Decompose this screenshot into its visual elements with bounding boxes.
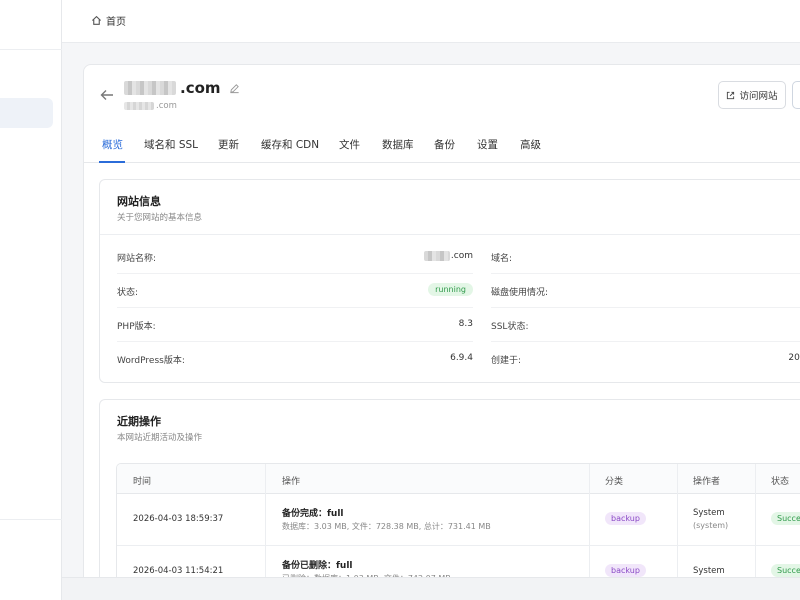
info-row-disk-usage: 磁盘使用情况: [491,274,800,308]
tab-overview[interactable]: 概览 [102,137,123,152]
info-label: 域名: [491,254,513,264]
tab-updates[interactable]: 更新 [218,137,239,152]
row-detail: 数据库：3.03 MB, 文件：728.38 MB, 总计：731.41 MB [282,522,491,531]
info-label: WordPress版本: [117,356,185,366]
more-actions-button[interactable] [792,81,800,109]
category-badge: backup [605,512,646,525]
info-row-domain: 域名: www [491,240,800,274]
info-value: 2026-03-1 [788,353,800,363]
info-label: 磁盘使用情况: [491,288,549,298]
tab-database[interactable]: 数据库 [382,137,414,152]
info-label: 状态: [117,288,139,298]
home-icon [91,15,102,25]
left-sidebar [0,0,62,600]
tab-files[interactable]: 文件 [339,137,360,152]
tab-advanced[interactable]: 高级 [520,137,541,152]
site-subtitle-suffix: .com [156,101,177,111]
category-badge: backup [605,564,646,577]
card-description: 本网站近期活动及操作 [117,433,203,443]
info-value: 6.9.4 [450,353,473,363]
row-operator: System [693,566,725,576]
row-operator: System [693,508,725,518]
status-badge: Succes [771,564,800,577]
column-header: 时间 [133,477,152,487]
row-action: 备份已删除：full [282,561,353,571]
card-title: 近期操作 [117,415,161,428]
redacted-site-name [423,251,450,261]
table-row[interactable]: 2026-04-03 18:59:37 备份完成：full 数据库：3.03 M… [117,494,800,546]
row-time: 2026-04-03 18:59:37 [133,514,224,524]
row-time: 2026-04-03 11:54:21 [133,566,224,576]
sidebar-divider [0,519,62,520]
redacted-domain [124,102,154,110]
redacted-site-name [124,81,176,95]
info-label: 创建于: [491,356,522,366]
breadcrumb-home[interactable]: 首页 [106,13,126,28]
info-row-site-name: 网站名称: .com [117,240,473,274]
info-label: PHP版本: [117,322,156,332]
status-badge: running [428,283,473,296]
column-header: 状态 [771,477,790,487]
tab-settings[interactable]: 设置 [477,137,498,152]
external-link-icon [727,91,735,99]
status-badge: Succes [771,512,800,525]
info-row-status: 状态: running [117,274,473,308]
site-title-suffix: .com [180,79,221,97]
info-label: 网站名称: [117,254,157,264]
edit-icon[interactable] [229,83,240,94]
top-bar: 首页 [62,0,800,43]
tab-backup[interactable]: 备份 [434,137,455,152]
site-title: .com [124,79,240,97]
tab-cache-cdn[interactable]: 缓存和 CDN [261,137,319,152]
visit-site-label: 访问网站 [739,91,778,102]
breadcrumb[interactable]: 首页 [91,13,126,28]
sidebar-active-item[interactable] [0,98,53,128]
bottom-bar [62,577,800,600]
back-arrow-icon[interactable] [99,87,115,103]
info-value-text: .com [450,251,473,261]
row-action: 备份完成：full [282,509,344,519]
sidebar-divider [0,49,62,50]
info-value: .com [423,251,473,261]
column-header: 操作 [282,477,301,487]
row-operator-sub: (system) [693,521,729,530]
site-detail-panel: .com .com 访问网站 概览 域名和 SSL 更新 缓存和 CDN 文件 … [83,64,800,600]
column-header: 操作者 [693,477,721,487]
card-title: 网站信息 [117,195,161,208]
card-divider [100,234,800,235]
info-value: 8.3 [458,319,473,329]
tab-domain-ssl[interactable]: 域名和 SSL [144,137,198,152]
site-info-card: 网站信息 关于您网站的基本信息 网站名称: .com 状态: running P… [99,179,800,383]
visit-site-button[interactable]: 访问网站 [718,81,786,109]
info-label: SSL状态: [491,322,529,332]
recent-ops-card: 近期操作 本网站近期活动及操作 时间 操作 分类 操作者 状态 2026-04-… [99,399,800,600]
info-row-ssl: SSL状态: [491,308,800,342]
table-header: 时间 操作 分类 操作者 状态 [117,464,800,494]
info-row-wordpress: WordPress版本: 6.9.4 [117,342,473,376]
card-description: 关于您网站的基本信息 [117,213,203,223]
active-tab-indicator [99,161,125,163]
info-value: running [428,283,473,296]
info-row-created: 创建于: 2026-03-1 [491,342,800,376]
column-header: 分类 [605,477,624,487]
info-row-php: PHP版本: 8.3 [117,308,473,342]
site-subtitle: .com [124,101,177,111]
tab-bar: 概览 域名和 SSL 更新 缓存和 CDN 文件 数据库 备份 设置 高级 [84,125,800,163]
